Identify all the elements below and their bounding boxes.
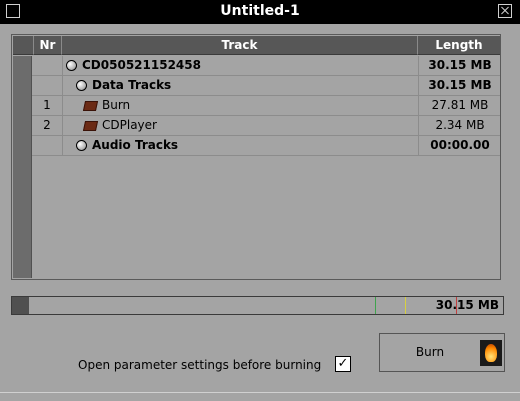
capacity-mark <box>405 297 406 314</box>
close-button[interactable] <box>498 4 512 18</box>
row-track-name: Burn <box>102 98 131 112</box>
row-length: 00:00.00 <box>430 138 490 152</box>
row-length: 30.15 MB <box>428 58 492 72</box>
capacity-text: 30.15 MB <box>435 298 499 312</box>
flame-icon <box>480 340 502 366</box>
row-track-name: CDPlayer <box>102 118 157 132</box>
header-blank <box>13 36 34 55</box>
burn-button-label: Burn <box>415 345 445 359</box>
title-bar: Untitled-1 <box>0 0 520 24</box>
row-nr: 2 <box>43 118 51 132</box>
table-row[interactable]: Data Tracks 30.15 MB <box>32 76 500 96</box>
folder-icon <box>82 100 99 111</box>
row-track-name: Audio Tracks <box>92 138 179 152</box>
table-row[interactable]: 2 CDPlayer 2.34 MB <box>32 116 500 136</box>
track-table: Nr Track Length CD050521152458 30.15 MB Da… <box>11 34 501 280</box>
header-nr[interactable]: Nr <box>34 36 62 55</box>
folder-icon <box>82 120 99 131</box>
row-length: 27.81 MB <box>431 98 489 112</box>
table-row[interactable]: Audio Tracks 00:00.00 <box>32 136 500 156</box>
header-length[interactable]: Length <box>418 36 500 55</box>
row-marker-strip <box>13 56 32 278</box>
header-track[interactable]: Track <box>62 36 418 55</box>
open-params-label: Open parameter settings before burning <box>78 358 322 372</box>
capacity-fill <box>12 297 29 314</box>
disc-icon <box>76 140 87 151</box>
capacity-mark <box>375 297 376 314</box>
open-params-checkbox[interactable]: ✓ <box>335 356 351 372</box>
capacity-bar: 30.15 MB <box>11 296 504 315</box>
disc-icon <box>76 80 87 91</box>
table-row[interactable]: CD050521152458 30.15 MB <box>32 56 500 76</box>
row-length: 30.15 MB <box>428 78 492 92</box>
row-nr: 1 <box>43 98 51 112</box>
window-title: Untitled-1 <box>220 3 300 19</box>
table-row[interactable]: 1 Burn 27.81 MB <box>32 96 500 116</box>
disc-icon <box>66 60 77 71</box>
row-track-name: CD050521152458 <box>82 58 201 72</box>
row-length: 2.34 MB <box>435 118 485 132</box>
row-track-name: Data Tracks <box>92 78 172 92</box>
burn-button[interactable]: Burn <box>379 333 505 372</box>
